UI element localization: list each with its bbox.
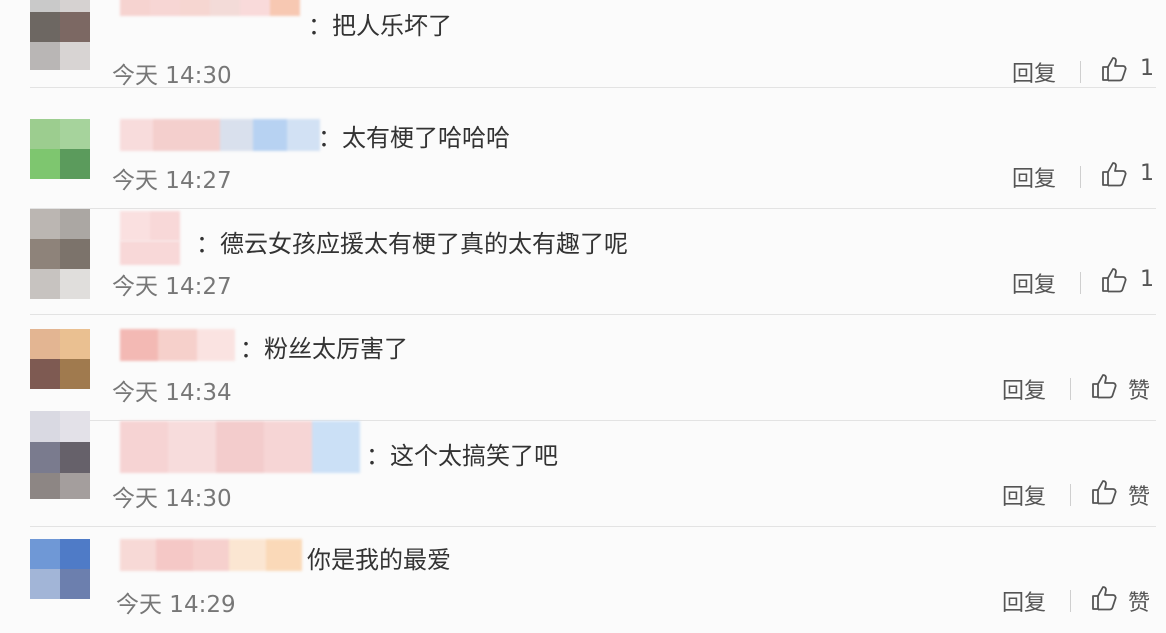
redacted-block xyxy=(120,211,150,241)
reply-button[interactable]: 回复 xyxy=(1002,479,1046,511)
avatar[interactable] xyxy=(30,539,90,599)
redacted-block xyxy=(192,539,230,571)
redacted-block xyxy=(158,329,197,361)
username-redacted[interactable] xyxy=(120,329,235,361)
redacted-block xyxy=(150,0,180,16)
thumbs-up-icon[interactable] xyxy=(1090,372,1118,400)
redacted-block xyxy=(120,119,154,151)
divider xyxy=(1070,484,1071,506)
like-button-label[interactable]: 赞 xyxy=(1128,479,1150,511)
comment-time: 今天 14:29 xyxy=(116,592,236,618)
comment-text: ：粉丝太厉害了 xyxy=(240,335,408,363)
redacted-block xyxy=(286,119,320,151)
username-redacted[interactable] xyxy=(120,211,180,241)
avatar[interactable] xyxy=(30,209,90,269)
comment-text: ：这个太搞笑了吧 xyxy=(366,442,558,470)
divider xyxy=(1080,272,1081,294)
comment-time: 今天 14:27 xyxy=(112,168,232,194)
like-count[interactable]: 1 xyxy=(1140,267,1154,292)
redacted-block xyxy=(196,329,235,361)
comment-text: ：太有梗了哈哈哈 xyxy=(318,124,510,152)
redacted-block xyxy=(180,0,210,16)
redacted-block xyxy=(265,539,303,571)
divider xyxy=(1080,166,1081,188)
redacted-block xyxy=(168,421,216,473)
comment-item: ：德云女孩应援太有梗了真的太有趣了呢 今天 14:27 回复 1 xyxy=(0,209,1166,315)
redacted-block xyxy=(270,0,300,16)
comment-item: ：这个太搞笑了吧 今天 14:30 回复 赞 xyxy=(0,411,1166,527)
reply-button[interactable]: 回复 xyxy=(1002,373,1046,405)
avatar[interactable] xyxy=(30,119,90,179)
redacted-block xyxy=(253,119,287,151)
comment-time: 今天 14:34 xyxy=(112,380,232,406)
like-count[interactable]: 1 xyxy=(1140,161,1154,186)
username-redacted[interactable] xyxy=(120,119,320,151)
thumbs-up-icon[interactable] xyxy=(1090,478,1118,506)
redacted-block xyxy=(120,329,159,361)
comment-item: ：把人乐坏了 今天 14:30 回复 1 xyxy=(0,0,1166,89)
redacted-block xyxy=(219,119,254,151)
row-divider xyxy=(30,87,1156,88)
divider xyxy=(1070,590,1071,612)
comment-text: ：把人乐坏了 xyxy=(308,12,452,40)
thumbs-up-icon[interactable] xyxy=(1100,266,1128,294)
comment-time: 今天 14:30 xyxy=(112,486,232,512)
avatar-fragment xyxy=(30,269,90,299)
redacted-block xyxy=(156,539,193,571)
reply-button[interactable]: 回复 xyxy=(1012,56,1056,88)
comment-text: 你是我的最爱 xyxy=(307,546,451,574)
redacted-block xyxy=(312,421,360,473)
divider xyxy=(1080,61,1081,83)
username-redacted[interactable] xyxy=(120,539,303,571)
reply-button[interactable]: 回复 xyxy=(1012,161,1056,193)
comment-item: 你是我的最爱 今天 14:29 回复 赞 xyxy=(0,527,1166,633)
comment-item: ：太有梗了哈哈哈 今天 14:27 回复 1 xyxy=(0,103,1166,209)
redacted-block xyxy=(120,241,180,265)
avatar[interactable] xyxy=(30,0,90,42)
comment-time: 今天 14:27 xyxy=(112,274,232,300)
redacted-block xyxy=(186,119,220,151)
comment-text: ：德云女孩应援太有梗了真的太有趣了呢 xyxy=(196,230,628,258)
like-button-label[interactable]: 赞 xyxy=(1128,585,1150,617)
redacted-block xyxy=(216,421,264,473)
like-count[interactable]: 1 xyxy=(1140,56,1154,81)
avatar-fragment xyxy=(30,473,90,499)
comment-item: ：粉丝太厉害了 今天 14:34 回复 赞 xyxy=(0,315,1166,421)
redacted-block xyxy=(120,0,150,16)
redacted-block xyxy=(210,0,240,16)
username-redacted[interactable] xyxy=(120,421,360,473)
avatar-fragment xyxy=(30,42,90,70)
divider xyxy=(1070,378,1071,400)
avatar[interactable] xyxy=(30,411,90,473)
thumbs-up-icon[interactable] xyxy=(1090,584,1118,612)
thumbs-up-icon[interactable] xyxy=(1100,55,1128,83)
username-redacted[interactable] xyxy=(120,0,300,16)
like-button-label[interactable]: 赞 xyxy=(1128,373,1150,405)
redacted-block xyxy=(120,539,157,571)
reply-button[interactable]: 回复 xyxy=(1012,267,1056,299)
comment-time: 今天 14:30 xyxy=(112,63,232,89)
avatar[interactable] xyxy=(30,329,90,389)
reply-button[interactable]: 回复 xyxy=(1002,585,1046,617)
redacted-block xyxy=(229,539,266,571)
redacted-block xyxy=(153,119,187,151)
redacted-block xyxy=(240,0,270,16)
username-redacted-lower xyxy=(120,241,180,265)
redacted-block xyxy=(264,421,312,473)
redacted-block xyxy=(150,211,180,241)
thumbs-up-icon[interactable] xyxy=(1100,160,1128,188)
redacted-block xyxy=(120,421,168,473)
